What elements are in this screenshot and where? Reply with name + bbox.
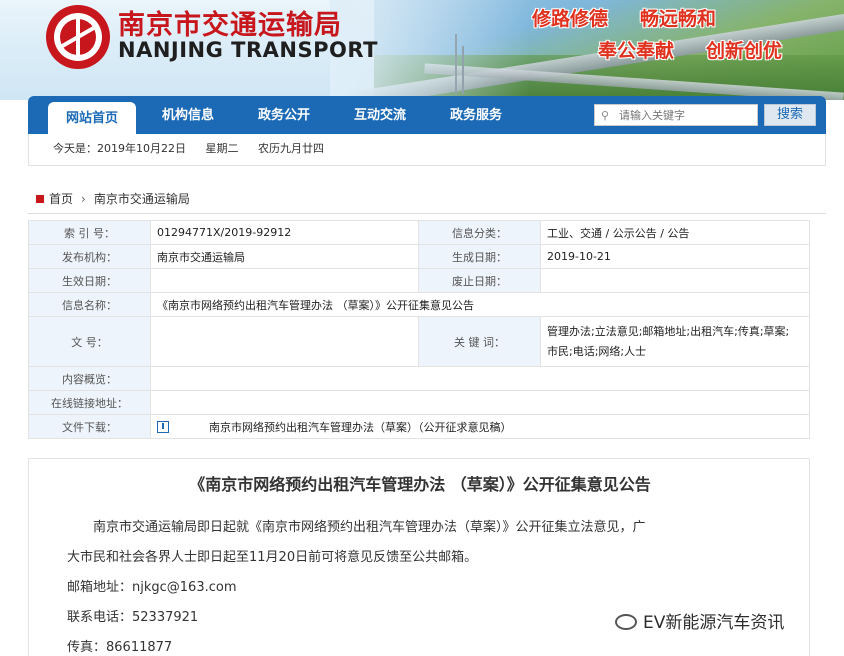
site-name-cn[interactable]: 南京市交通运输局 <box>118 3 342 42</box>
main-nav: 网站首页 机构信息 政务公开 互动交流 政务服务 ⚲ 搜索 <box>28 96 826 134</box>
nav-item-services[interactable]: 政务服务 <box>432 96 520 134</box>
generated-value: 2019-10-21 <box>540 244 810 269</box>
today-date: 今天是：2019年10月22日 <box>53 142 186 155</box>
download-cell: 南京市网络预约出租汽车管理办法（草案）（公开征求意见稿） <box>150 414 810 439</box>
index-label: 索 引 号： <box>28 220 151 245</box>
publisher-value: 南京市交通运输局 <box>150 244 419 269</box>
expire-value <box>540 268 810 293</box>
download-link[interactable]: 南京市网络预约出租汽车管理办法（草案）（公开征求意见稿） <box>209 421 512 434</box>
table-row: 信息名称： 《南京市网络预约出租汽车管理办法 （草案）》公开征集意见公告 <box>28 292 810 317</box>
effective-value <box>150 268 419 293</box>
site-name-en: NANJING TRANSPORT <box>118 38 378 62</box>
article-body: 南京市交通运输局即日起就《南京市网络预约出租汽车管理办法（草案）》公开征集立法意… <box>67 513 787 656</box>
article-paragraph-line-2: 大市民和社会各界人士即日起至11月20日前可将意见反馈至公共邮箱。 <box>67 550 478 565</box>
divider <box>28 213 826 214</box>
category-label: 信息分类： <box>418 220 541 245</box>
link-label: 在线链接地址： <box>28 390 151 415</box>
name-label: 信息名称： <box>28 292 151 317</box>
lunar-date: 农历九月廿四 <box>258 142 324 155</box>
table-row: 文 号： 关 键 词： 管理办法;立法意见;邮箱地址;出租汽车;传真;草案; 市… <box>28 316 810 367</box>
nav-item-organization[interactable]: 机构信息 <box>144 96 232 134</box>
summary-label: 内容概览： <box>28 366 151 391</box>
breadcrumb-current[interactable]: 南京市交通运输局 <box>94 192 190 206</box>
download-label: 文件下载： <box>28 414 151 439</box>
name-value: 《南京市网络预约出租汽车管理办法 （草案）》公开征集意见公告 <box>150 292 810 317</box>
generated-label: 生成日期： <box>418 244 541 269</box>
info-table: 索 引 号： 01294771X/2019-92912 信息分类： 工业、交通 … <box>28 220 810 439</box>
expire-label: 废止日期： <box>418 268 541 293</box>
article-email: 邮箱地址：njkgc@163.com <box>67 580 237 595</box>
slogan-2: 畅远畅和 <box>640 8 717 30</box>
nav-item-interaction[interactable]: 互动交流 <box>336 96 424 134</box>
breadcrumb-separator-icon: › <box>81 192 86 206</box>
weekday: 星期二 <box>205 142 239 155</box>
article-title: 《南京市网络预约出租汽车管理办法 （草案）》公开征集意见公告 <box>189 475 651 494</box>
download-icon[interactable] <box>157 420 169 433</box>
table-row: 文件下载： 南京市网络预约出租汽车管理办法（草案）（公开征求意见稿） <box>28 414 810 439</box>
table-row: 在线链接地址： <box>28 390 810 415</box>
index-value: 01294771X/2019-92912 <box>150 220 419 245</box>
keywords-line-2: 市民;电话;网络;人士 <box>547 344 647 358</box>
table-row: 发布机构： 南京市交通运输局 生成日期： 2019-10-21 <box>28 244 810 269</box>
site-banner: 南京市交通运输局 NANJING TRANSPORT 修路修德 畅远畅和 奉公奉… <box>0 0 844 100</box>
keywords-line-1: 管理办法;立法意见;邮箱地址;出租汽车;传真;草案; <box>547 324 790 338</box>
article-fax: 传真：86611877 <box>67 640 173 655</box>
summary-value <box>150 366 810 391</box>
slogan-3: 奉公奉献 <box>598 40 675 62</box>
search-button[interactable]: 搜索 <box>764 104 816 126</box>
nav-item-home[interactable]: 网站首页 <box>48 102 136 134</box>
home-icon <box>36 195 44 203</box>
keywords-value: 管理办法;立法意见;邮箱地址;出租汽车;传真;草案; 市民;电话;网络;人士 <box>540 316 810 367</box>
logo-emblem-icon[interactable] <box>46 5 110 69</box>
article-paragraph-line-1: 南京市交通运输局即日起就《南京市网络预约出租汽车管理办法（草案）》公开征集立法意… <box>93 520 646 535</box>
docno-label: 文 号： <box>28 316 151 367</box>
table-row: 内容概览： <box>28 366 810 391</box>
watermark: EV新能源汽车资讯 <box>615 608 784 633</box>
breadcrumb-home[interactable]: 首页 <box>49 192 73 206</box>
slogan-4: 创新创优 <box>706 40 783 62</box>
search-input[interactable] <box>619 107 753 123</box>
watermark-text: EV新能源汽车资讯 <box>643 613 785 633</box>
slogan-1: 修路修德 <box>532 8 609 30</box>
breadcrumb: 首页 › 南京市交通运输局 <box>36 190 190 207</box>
nav-item-government-affairs[interactable]: 政务公开 <box>240 96 328 134</box>
publisher-label: 发布机构： <box>28 244 151 269</box>
category-value: 工业、交通 / 公示公告 / 公告 <box>540 220 810 245</box>
docno-value <box>150 316 419 367</box>
search-box: ⚲ <box>594 104 758 126</box>
search-icon: ⚲ <box>601 109 610 122</box>
wechat-icon <box>615 614 637 630</box>
effective-label: 生效日期： <box>28 268 151 293</box>
table-row: 索 引 号： 01294771X/2019-92912 信息分类： 工业、交通 … <box>28 220 810 245</box>
date-bar: 今天是：2019年10月22日 星期二 农历九月廿四 <box>28 134 826 166</box>
table-row: 生效日期： 废止日期： <box>28 268 810 293</box>
keywords-label: 关 键 词： <box>418 316 541 367</box>
link-value <box>150 390 810 415</box>
